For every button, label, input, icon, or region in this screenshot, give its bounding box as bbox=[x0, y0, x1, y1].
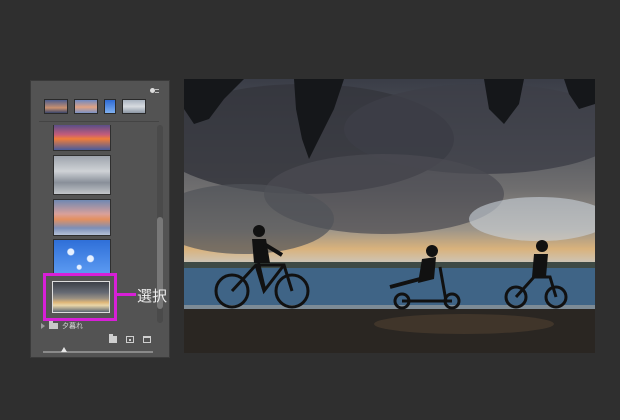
folder-label: 夕暮れ bbox=[62, 322, 83, 330]
panel-actions bbox=[109, 334, 151, 343]
selected-sky-highlight[interactable] bbox=[43, 273, 117, 321]
thumbnail-size-slider[interactable] bbox=[43, 351, 153, 353]
photo-scene bbox=[184, 79, 595, 353]
expand-caret-icon[interactable] bbox=[41, 323, 45, 329]
folder-icon bbox=[49, 321, 58, 329]
slider-handle-icon[interactable] bbox=[61, 347, 67, 352]
callout-label: 選択 bbox=[137, 287, 168, 305]
trash-icon[interactable] bbox=[143, 336, 151, 343]
sky-thumbnail[interactable] bbox=[53, 155, 111, 195]
sky-thumbnail[interactable] bbox=[53, 125, 111, 151]
recent-sky-thumb[interactable] bbox=[104, 99, 116, 114]
recent-sky-thumb[interactable] bbox=[44, 99, 68, 114]
photo-preview bbox=[184, 79, 595, 353]
panel-menu-icon[interactable] bbox=[150, 88, 160, 96]
new-folder-icon[interactable] bbox=[109, 334, 117, 343]
selected-sky-thumbnail[interactable] bbox=[52, 281, 110, 313]
recent-sky-thumb[interactable] bbox=[122, 99, 146, 114]
recent-sky-thumb[interactable] bbox=[74, 99, 98, 114]
callout-line bbox=[116, 293, 136, 296]
sky-thumbnail[interactable] bbox=[53, 199, 111, 236]
new-sky-icon[interactable] bbox=[126, 336, 134, 343]
sky-thumbnail[interactable] bbox=[53, 239, 111, 275]
folder-row[interactable]: 夕暮れ bbox=[41, 321, 83, 331]
divider bbox=[39, 121, 159, 122]
recent-skies bbox=[44, 99, 146, 114]
sky-panel: 夕暮れ bbox=[30, 80, 170, 358]
